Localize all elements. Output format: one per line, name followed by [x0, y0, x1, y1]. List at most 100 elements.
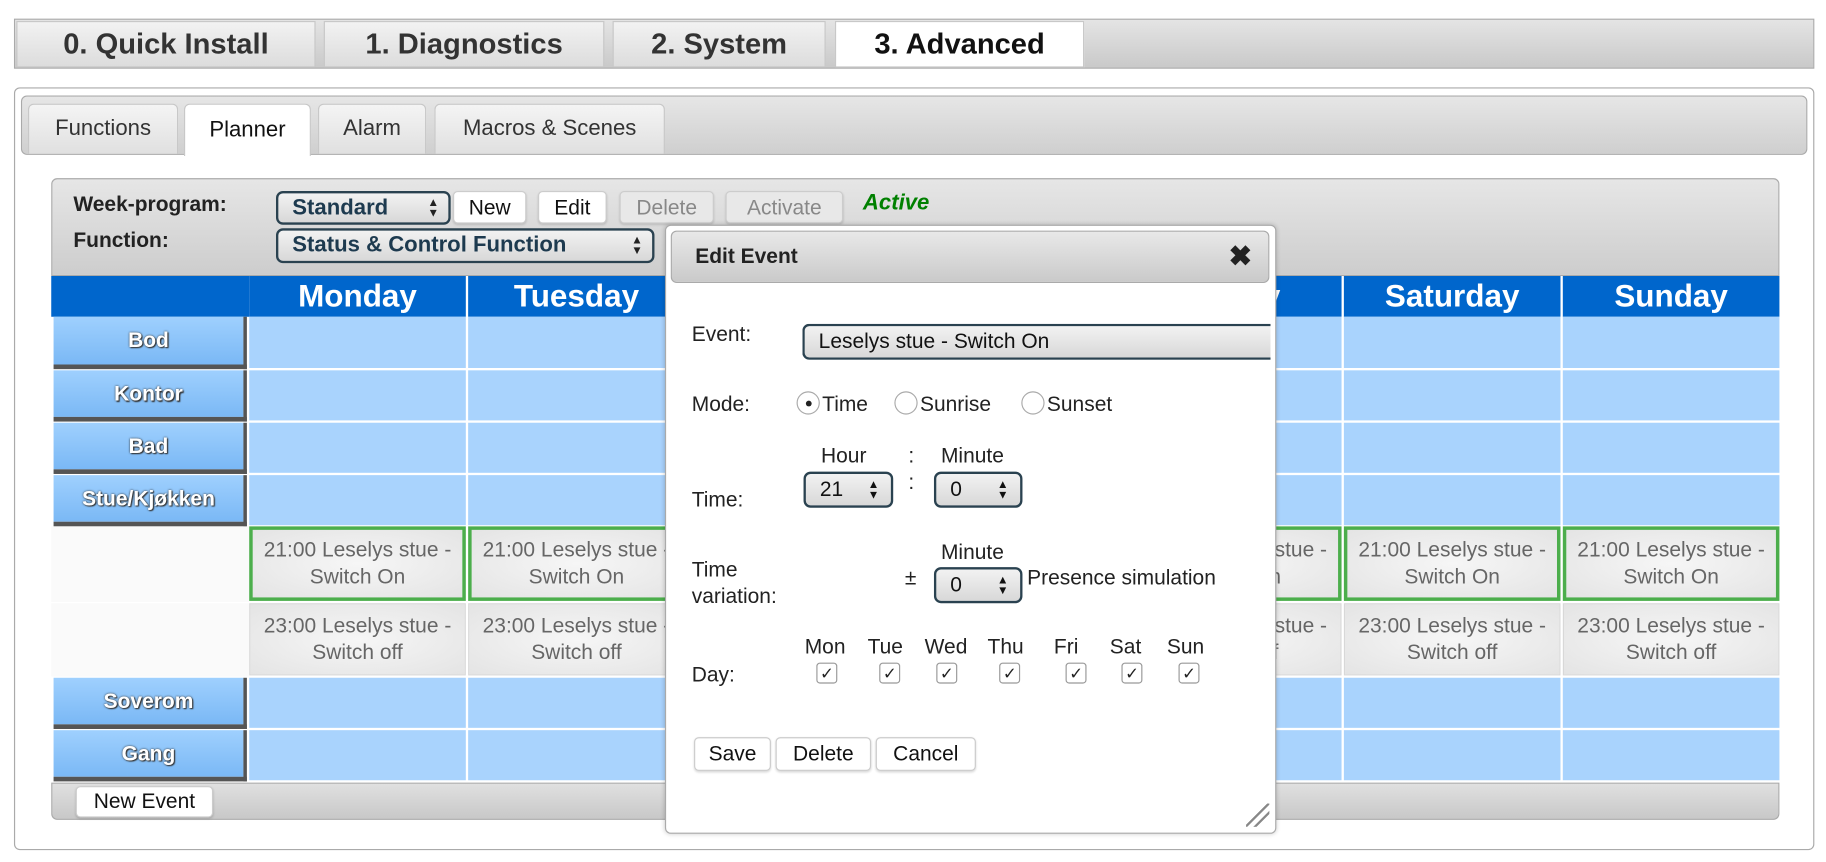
- planner-cell[interactable]: [249, 370, 466, 421]
- minute-select[interactable]: 0 ▲ ▼: [933, 471, 1023, 508]
- room-button-kontor[interactable]: Kontor: [53, 370, 247, 422]
- delete-program-button[interactable]: Delete: [619, 190, 714, 224]
- event-off-tuesday[interactable]: 23:00 Leselys stue - Switch off: [468, 603, 685, 676]
- planner-cell[interactable]: [1343, 370, 1561, 421]
- room-button-soverom[interactable]: Soverom: [53, 677, 247, 730]
- day-checkbox-wed[interactable]: ✓: [936, 662, 958, 684]
- check-icon: ✓: [939, 663, 954, 682]
- select-arrows-icon: ▲ ▼: [631, 234, 643, 258]
- planner-cell[interactable]: [468, 730, 685, 781]
- save-button[interactable]: Save: [694, 737, 771, 771]
- day-name-tue: Tue: [867, 634, 903, 658]
- day-checkbox-sun[interactable]: ✓: [1178, 662, 1200, 684]
- day-name-fri: Fri: [1053, 634, 1079, 658]
- week-program-select[interactable]: Standard ▲ ▼: [275, 190, 451, 225]
- check-icon: ✓: [1069, 663, 1083, 682]
- day-name-wed: Wed: [924, 634, 968, 658]
- tab-diagnostics[interactable]: 1. Diagnostics: [323, 20, 605, 68]
- dialog-title: Edit Event: [695, 244, 798, 268]
- day-checkbox-mon[interactable]: ✓: [816, 662, 838, 684]
- planner-cell[interactable]: [468, 677, 685, 728]
- planner-cell[interactable]: [468, 370, 685, 421]
- event-off-sunday[interactable]: 23:00 Leselys stue - Switch off: [1562, 603, 1780, 676]
- cancel-button[interactable]: Cancel: [875, 737, 976, 771]
- room-button-bad[interactable]: Bad: [53, 422, 247, 474]
- planner-cell[interactable]: [1562, 677, 1780, 728]
- week-program-value: Standard: [292, 195, 389, 220]
- variation-minute-label: Minute: [940, 540, 1004, 564]
- function-label: Function:: [73, 228, 169, 252]
- active-status: Active: [862, 190, 930, 216]
- activate-program-button[interactable]: Activate: [725, 190, 844, 224]
- planner-cell[interactable]: [249, 677, 466, 728]
- day-header-monday: Monday: [249, 275, 466, 317]
- planner-cell[interactable]: [1562, 730, 1780, 781]
- planner-cell[interactable]: [1343, 422, 1561, 473]
- event-on-sunday[interactable]: 21:00 Leselys stue - Switch On: [1562, 526, 1780, 601]
- planner-cell[interactable]: [468, 316, 685, 368]
- tab-functions[interactable]: Functions: [27, 103, 179, 154]
- tab-planner[interactable]: Planner: [183, 103, 311, 157]
- minute-label: Minute: [940, 443, 1004, 467]
- hour-value: 21: [819, 477, 844, 501]
- event-on-saturday[interactable]: 21:00 Leselys stue - Switch On: [1343, 526, 1561, 601]
- select-arrows-icon: ▲ ▼: [427, 196, 440, 220]
- tab-advanced[interactable]: 3. Advanced: [834, 20, 1085, 68]
- new-event-button[interactable]: New Event: [75, 786, 214, 818]
- event-select[interactable]: Leselys stue - Switch On: [802, 323, 1271, 360]
- planner-cell[interactable]: [249, 475, 466, 526]
- tab-quick-install[interactable]: 0. Quick Install: [16, 20, 316, 68]
- hour-select[interactable]: 21 ▲ ▼: [803, 471, 894, 508]
- day-name-mon: Mon: [804, 634, 846, 658]
- mode-sunset-radio[interactable]: [1021, 391, 1045, 415]
- planner-cell[interactable]: [1562, 316, 1780, 368]
- close-icon[interactable]: ✖: [1229, 240, 1252, 274]
- hour-label: Hour: [821, 443, 867, 467]
- event-label: Event:: [691, 322, 752, 346]
- day-checkbox-fri[interactable]: ✓: [1065, 662, 1087, 684]
- planner-cell[interactable]: [1562, 370, 1780, 421]
- event-on-monday[interactable]: 21:00 Leselys stue - Switch On: [249, 526, 466, 601]
- mode-time-radio[interactable]: [796, 391, 820, 415]
- room-button-bod[interactable]: Bod: [53, 316, 247, 370]
- tab-macros-scenes[interactable]: Macros & Scenes: [434, 103, 665, 154]
- day-checkbox-thu[interactable]: ✓: [999, 662, 1021, 684]
- mode-sunrise-radio[interactable]: [894, 391, 918, 415]
- event-value: Leselys stue - Switch On: [818, 329, 1050, 353]
- planner-cell[interactable]: [1562, 422, 1780, 473]
- planner-cell[interactable]: [1343, 316, 1561, 368]
- new-program-button[interactable]: New: [453, 190, 527, 224]
- day-checkbox-sat[interactable]: ✓: [1121, 662, 1143, 684]
- resize-handle-icon[interactable]: [1246, 803, 1270, 827]
- planner-cell[interactable]: [1562, 475, 1780, 526]
- room-button-gang[interactable]: Gang: [53, 730, 247, 782]
- event-off-saturday[interactable]: 23:00 Leselys stue - Switch off: [1343, 603, 1561, 676]
- edit-program-button[interactable]: Edit: [538, 190, 607, 224]
- check-icon: ✓: [819, 663, 834, 682]
- planner-cell[interactable]: [249, 316, 466, 368]
- variation-select[interactable]: 0 ▲ ▼: [933, 567, 1023, 604]
- event-off-monday[interactable]: 23:00 Leselys stue - Switch off: [249, 603, 466, 676]
- function-value: Status & Control Function: [292, 232, 567, 258]
- planner-cell[interactable]: [1343, 677, 1561, 728]
- planner-cell[interactable]: [249, 422, 466, 473]
- event-on-tuesday[interactable]: 21:00 Leselys stue - Switch On: [468, 526, 685, 601]
- select-arrows-icon: ▲ ▼: [867, 478, 880, 502]
- mode-label: Mode:: [691, 392, 751, 416]
- planner-cell[interactable]: [468, 475, 685, 526]
- tab-alarm[interactable]: Alarm: [317, 103, 427, 154]
- variation-label-1: Time: [691, 557, 738, 582]
- minute-value: 0: [950, 477, 962, 501]
- tab-system[interactable]: 2. System: [612, 20, 826, 68]
- delete-event-button[interactable]: Delete: [775, 737, 872, 771]
- room-button-stuekjkken[interactable]: Stue/Kjøkken: [53, 475, 247, 527]
- function-select[interactable]: Status & Control Function ▲ ▼: [275, 228, 655, 264]
- day-name-thu: Thu: [987, 634, 1024, 658]
- planner-cell[interactable]: [468, 422, 685, 473]
- planner-cell[interactable]: [249, 730, 466, 781]
- planner-cell[interactable]: [1343, 730, 1561, 781]
- row-label-empty: [51, 526, 250, 603]
- day-checkbox-tue[interactable]: ✓: [879, 662, 901, 684]
- planner-cell[interactable]: [1343, 475, 1561, 526]
- select-arrows-icon: ▲ ▼: [996, 478, 1009, 502]
